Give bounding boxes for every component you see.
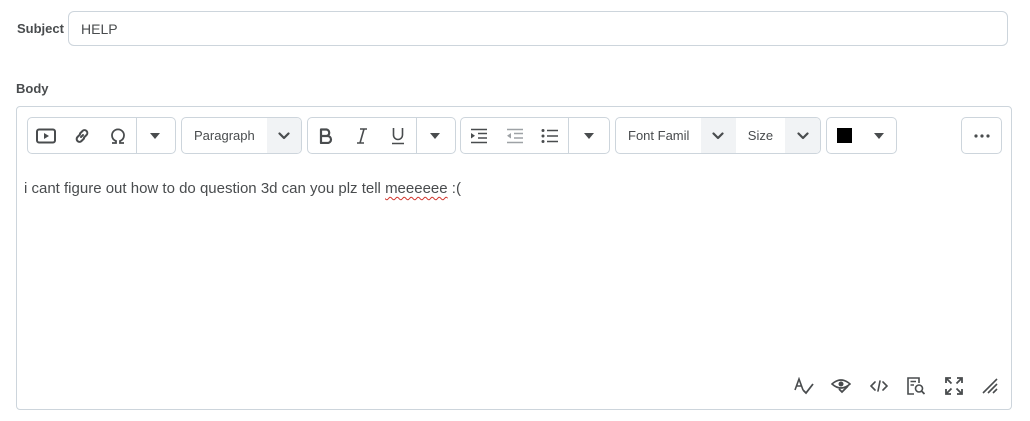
block-format-select[interactable]: Paragraph (181, 117, 302, 154)
font-family-select[interactable]: Font Famil (616, 118, 701, 153)
italic-button[interactable] (344, 118, 380, 153)
bold-icon (319, 127, 333, 144)
more-options-icon (973, 133, 990, 138)
source-code-icon (870, 380, 888, 392)
bullet-list-button[interactable] (533, 118, 569, 153)
subject-input[interactable] (68, 11, 1008, 46)
resize-handle[interactable] (979, 375, 1001, 397)
spellcheck-icon (794, 377, 814, 395)
preview-icon (907, 377, 925, 395)
html-editor: Paragraph Font Famil Size i cant figure … (16, 106, 1012, 410)
chevron-down-icon (712, 131, 725, 139)
text-style-toolbar-group (307, 117, 456, 154)
editor-text-end: :( (447, 180, 461, 197)
preview-button[interactable] (905, 375, 927, 397)
caret-down-icon (584, 132, 595, 139)
font-toolbar-group: Font Famil Size (615, 117, 821, 154)
font-size-chevron[interactable] (785, 118, 820, 153)
insert-media-button[interactable] (28, 118, 64, 153)
body-label: Body (16, 81, 49, 96)
insert-link-button[interactable] (64, 118, 100, 153)
block-format-value: Paragraph (194, 128, 255, 143)
bullet-list-icon (541, 128, 559, 143)
accessibility-checker-button[interactable] (830, 375, 852, 397)
editor-content[interactable]: i cant figure out how to do question 3d … (24, 180, 461, 197)
text-style-more-dropdown[interactable] (416, 118, 453, 153)
insert-toolbar-group (27, 117, 176, 154)
list-toolbar-group (460, 117, 610, 154)
font-size-select[interactable]: Size (736, 118, 786, 153)
text-color-swatch (836, 128, 852, 143)
accessibility-checker-icon (831, 379, 851, 394)
text-color-toolbar-group (826, 117, 897, 154)
outdent-button[interactable] (497, 118, 533, 153)
resize-handle-icon (982, 378, 998, 394)
misspelled-word[interactable]: meeeeee (385, 180, 448, 197)
link-icon (75, 128, 89, 143)
spellcheck-button[interactable] (793, 375, 815, 397)
fullscreen-button[interactable] (943, 375, 965, 397)
caret-down-icon (150, 132, 160, 139)
text-color-button[interactable] (827, 118, 862, 153)
editor-text: i cant figure out how to do question 3d … (24, 180, 386, 197)
indent-button[interactable] (461, 118, 497, 153)
insert-more-dropdown[interactable] (136, 118, 173, 153)
insert-special-character-button[interactable] (100, 118, 136, 153)
list-more-dropdown[interactable] (568, 118, 609, 153)
indent-icon (470, 128, 487, 143)
more-options-group (961, 117, 1002, 154)
underline-button[interactable] (380, 118, 416, 153)
bold-button[interactable] (308, 118, 344, 153)
caret-down-icon (430, 132, 440, 139)
more-options-button[interactable] (962, 118, 1001, 153)
special-character-icon (111, 128, 125, 144)
chevron-down-icon (278, 131, 290, 139)
fullscreen-icon (945, 377, 963, 395)
italic-icon (357, 127, 367, 144)
insert-media-icon (36, 128, 56, 143)
font-family-chevron[interactable] (701, 118, 736, 153)
caret-down-icon (873, 132, 884, 139)
subject-label: Subject (17, 21, 64, 36)
chevron-down-icon (797, 131, 809, 139)
block-format-chevron[interactable] (266, 118, 301, 153)
outdent-icon (506, 128, 523, 143)
text-color-dropdown[interactable] (862, 118, 897, 153)
source-code-button[interactable] (868, 375, 890, 397)
underline-icon (392, 127, 404, 144)
